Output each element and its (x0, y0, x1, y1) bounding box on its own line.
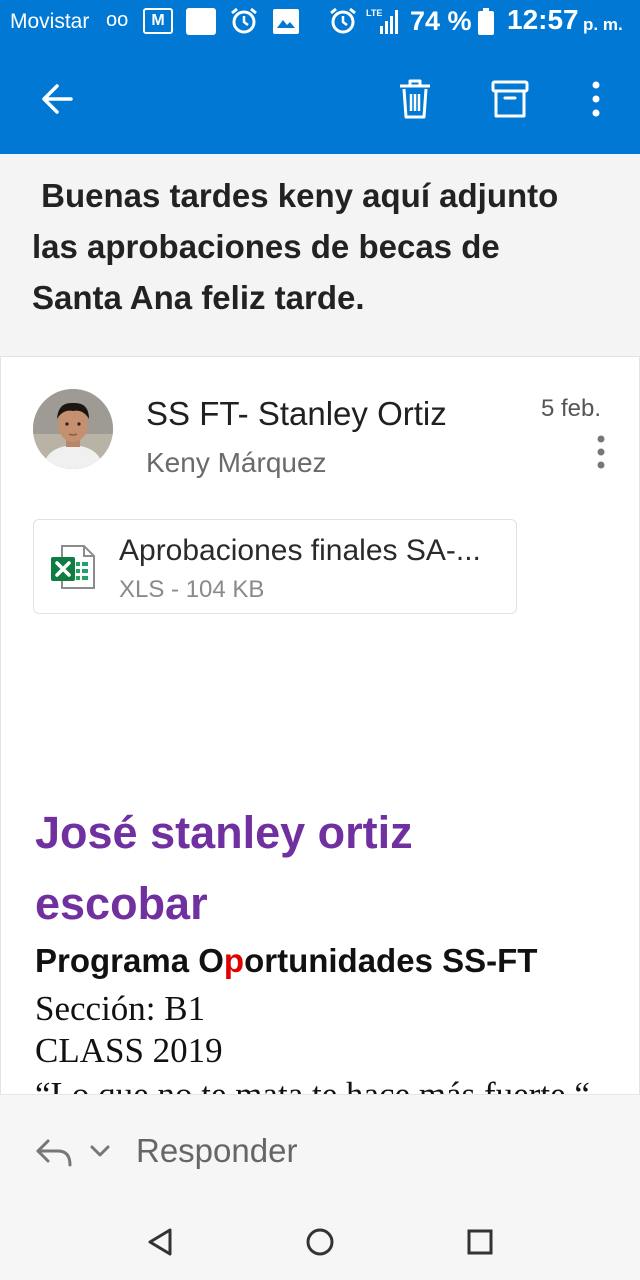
nav-recent-apps-icon[interactable] (462, 1224, 498, 1260)
message-date: 5 feb. (541, 395, 602, 422)
archive-icon (491, 80, 529, 118)
carrier-name: Movistar (10, 10, 90, 33)
more-options-button[interactable] (578, 76, 614, 122)
nav-back-icon[interactable] (142, 1224, 178, 1260)
attachment-name: Aprobaciones finales SA-... (119, 534, 481, 567)
reply-bar[interactable]: Responder (0, 1094, 640, 1204)
reply-icon[interactable] (34, 1135, 74, 1169)
delete-button[interactable] (392, 76, 438, 122)
vertical-dots-icon (597, 435, 605, 469)
battery-percent: 74 % (410, 6, 472, 36)
recipient-name: Keny Márquez (146, 447, 327, 478)
message-card: SS FT- Stanley Ortiz Keny Márquez 5 feb.… (0, 356, 640, 1094)
top-bar: Movistar oo M LTE 74 % 12:57 p. m. (0, 0, 640, 154)
lte-signal-icon: LTE (366, 8, 398, 34)
status-bar: Movistar oo M LTE 74 % 12:57 p. m. (0, 0, 640, 44)
system-navigation-bar (0, 1204, 640, 1280)
sender-name: SS FT- Stanley Ortiz (146, 395, 447, 432)
chevron-down-icon[interactable] (88, 1141, 112, 1161)
signature-name: José stanley ortiz escobar (35, 807, 413, 929)
clock-time: 12:57 (507, 4, 579, 35)
alarm-icon (330, 7, 356, 34)
attachment-card[interactable]: Aprobaciones finales SA-... XLS - 104 KB (33, 519, 517, 614)
archive-button[interactable] (487, 76, 533, 122)
trash-icon (400, 79, 430, 119)
image-notification-icon (273, 9, 299, 34)
battery-icon (478, 8, 494, 35)
signature-program-accent: p (223, 942, 245, 979)
signature-section: Sección: B1 (35, 989, 206, 1028)
subject-header: Buenas tardes keny aquí adjunto las apro… (0, 154, 640, 356)
svg-text:LTE: LTE (366, 8, 382, 18)
notification-icon (186, 8, 216, 35)
email-subject: Buenas tardes keny aquí adjunto las apro… (32, 177, 568, 316)
signature-class: CLASS 2019 (35, 1031, 223, 1070)
nav-home-icon[interactable] (302, 1224, 338, 1260)
clock-ampm: p. m. (583, 15, 623, 34)
vertical-dots-icon (592, 81, 600, 117)
avatar[interactable] (33, 389, 113, 469)
signature-program: Programa Oportunidades SS-FT (35, 942, 537, 980)
signature-quote: “Lo que no te mata te hace más fuerte.“ (35, 1075, 590, 1094)
reply-button-label[interactable]: Responder (136, 1132, 297, 1170)
gmail-notification-icon: M (143, 8, 173, 34)
signature-program-suffix: ortunidades SS-FT (244, 942, 538, 979)
signature-program-prefix: Programa O (35, 942, 224, 979)
excel-file-icon (51, 545, 95, 589)
back-button[interactable] (34, 76, 80, 122)
message-more-button[interactable] (589, 433, 613, 473)
arrow-left-icon (42, 84, 73, 114)
alarm-icon (231, 7, 257, 34)
voicemail-icon: oo (106, 9, 129, 31)
attachment-meta: XLS - 104 KB (119, 576, 265, 603)
